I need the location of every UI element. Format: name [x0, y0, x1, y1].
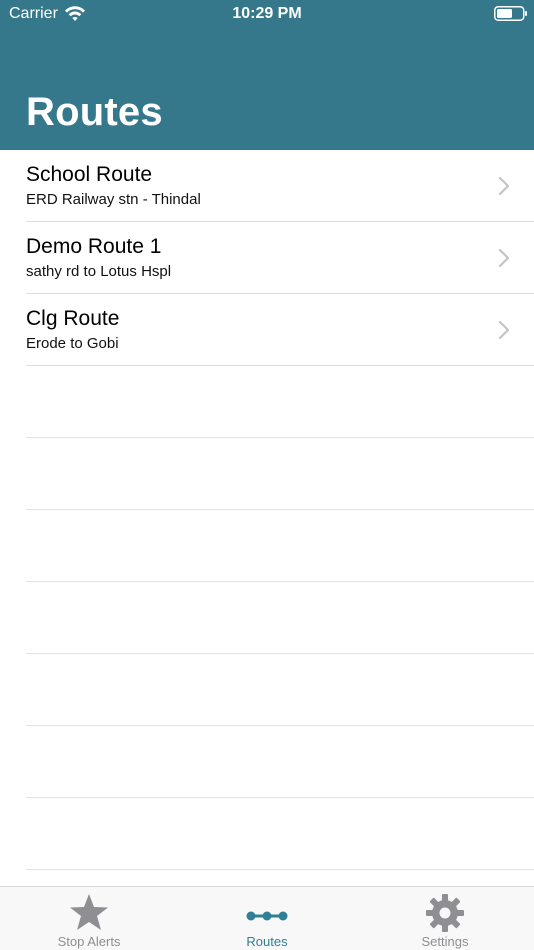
empty-row-separator	[26, 798, 534, 870]
chevron-right-icon	[498, 320, 510, 340]
routes-list: School Route ERD Railway stn - Thindal D…	[0, 150, 534, 870]
route-row-clg[interactable]: Clg Route Erode to Gobi	[26, 294, 534, 366]
navigation-header: Carrier 10:29 PM Routes	[0, 0, 534, 150]
route-subtitle: ERD Railway stn - Thindal	[26, 191, 201, 208]
tab-label: Stop Alerts	[57, 934, 121, 949]
route-subtitle: sathy rd to Lotus Hspl	[26, 263, 172, 280]
status-bar: Carrier 10:29 PM	[0, 0, 534, 30]
chevron-right-icon	[498, 176, 510, 196]
empty-row-separator	[26, 726, 534, 798]
route-subtitle: Erode to Gobi	[26, 335, 119, 352]
gear-icon	[426, 894, 464, 932]
route-row-school[interactable]: School Route ERD Railway stn - Thindal	[26, 150, 534, 222]
empty-row-separator	[26, 510, 534, 582]
empty-row-separator	[26, 366, 534, 438]
route-row-demo[interactable]: Demo Route 1 sathy rd to Lotus Hspl	[26, 222, 534, 294]
empty-row-separator	[26, 582, 534, 654]
tab-bar: Stop Alerts Routes Settings	[0, 886, 534, 950]
battery-icon	[494, 6, 527, 21]
star-icon	[70, 894, 108, 930]
tab-label: Routes	[246, 934, 288, 949]
empty-row-separator	[26, 438, 534, 510]
chevron-right-icon	[498, 248, 510, 268]
status-time: 10:29 PM	[232, 5, 302, 22]
route-title: Clg Route	[26, 307, 120, 330]
page-title: Routes	[26, 90, 163, 134]
tab-settings[interactable]: Settings	[356, 887, 534, 950]
tab-stop-alerts[interactable]: Stop Alerts	[0, 887, 178, 950]
tab-routes[interactable]: Routes	[178, 887, 356, 950]
route-title: Demo Route 1	[26, 235, 162, 258]
empty-row-separator	[26, 654, 534, 726]
route-dots-icon	[246, 911, 288, 921]
tab-label: Settings	[421, 934, 469, 949]
route-title: School Route	[26, 163, 153, 186]
